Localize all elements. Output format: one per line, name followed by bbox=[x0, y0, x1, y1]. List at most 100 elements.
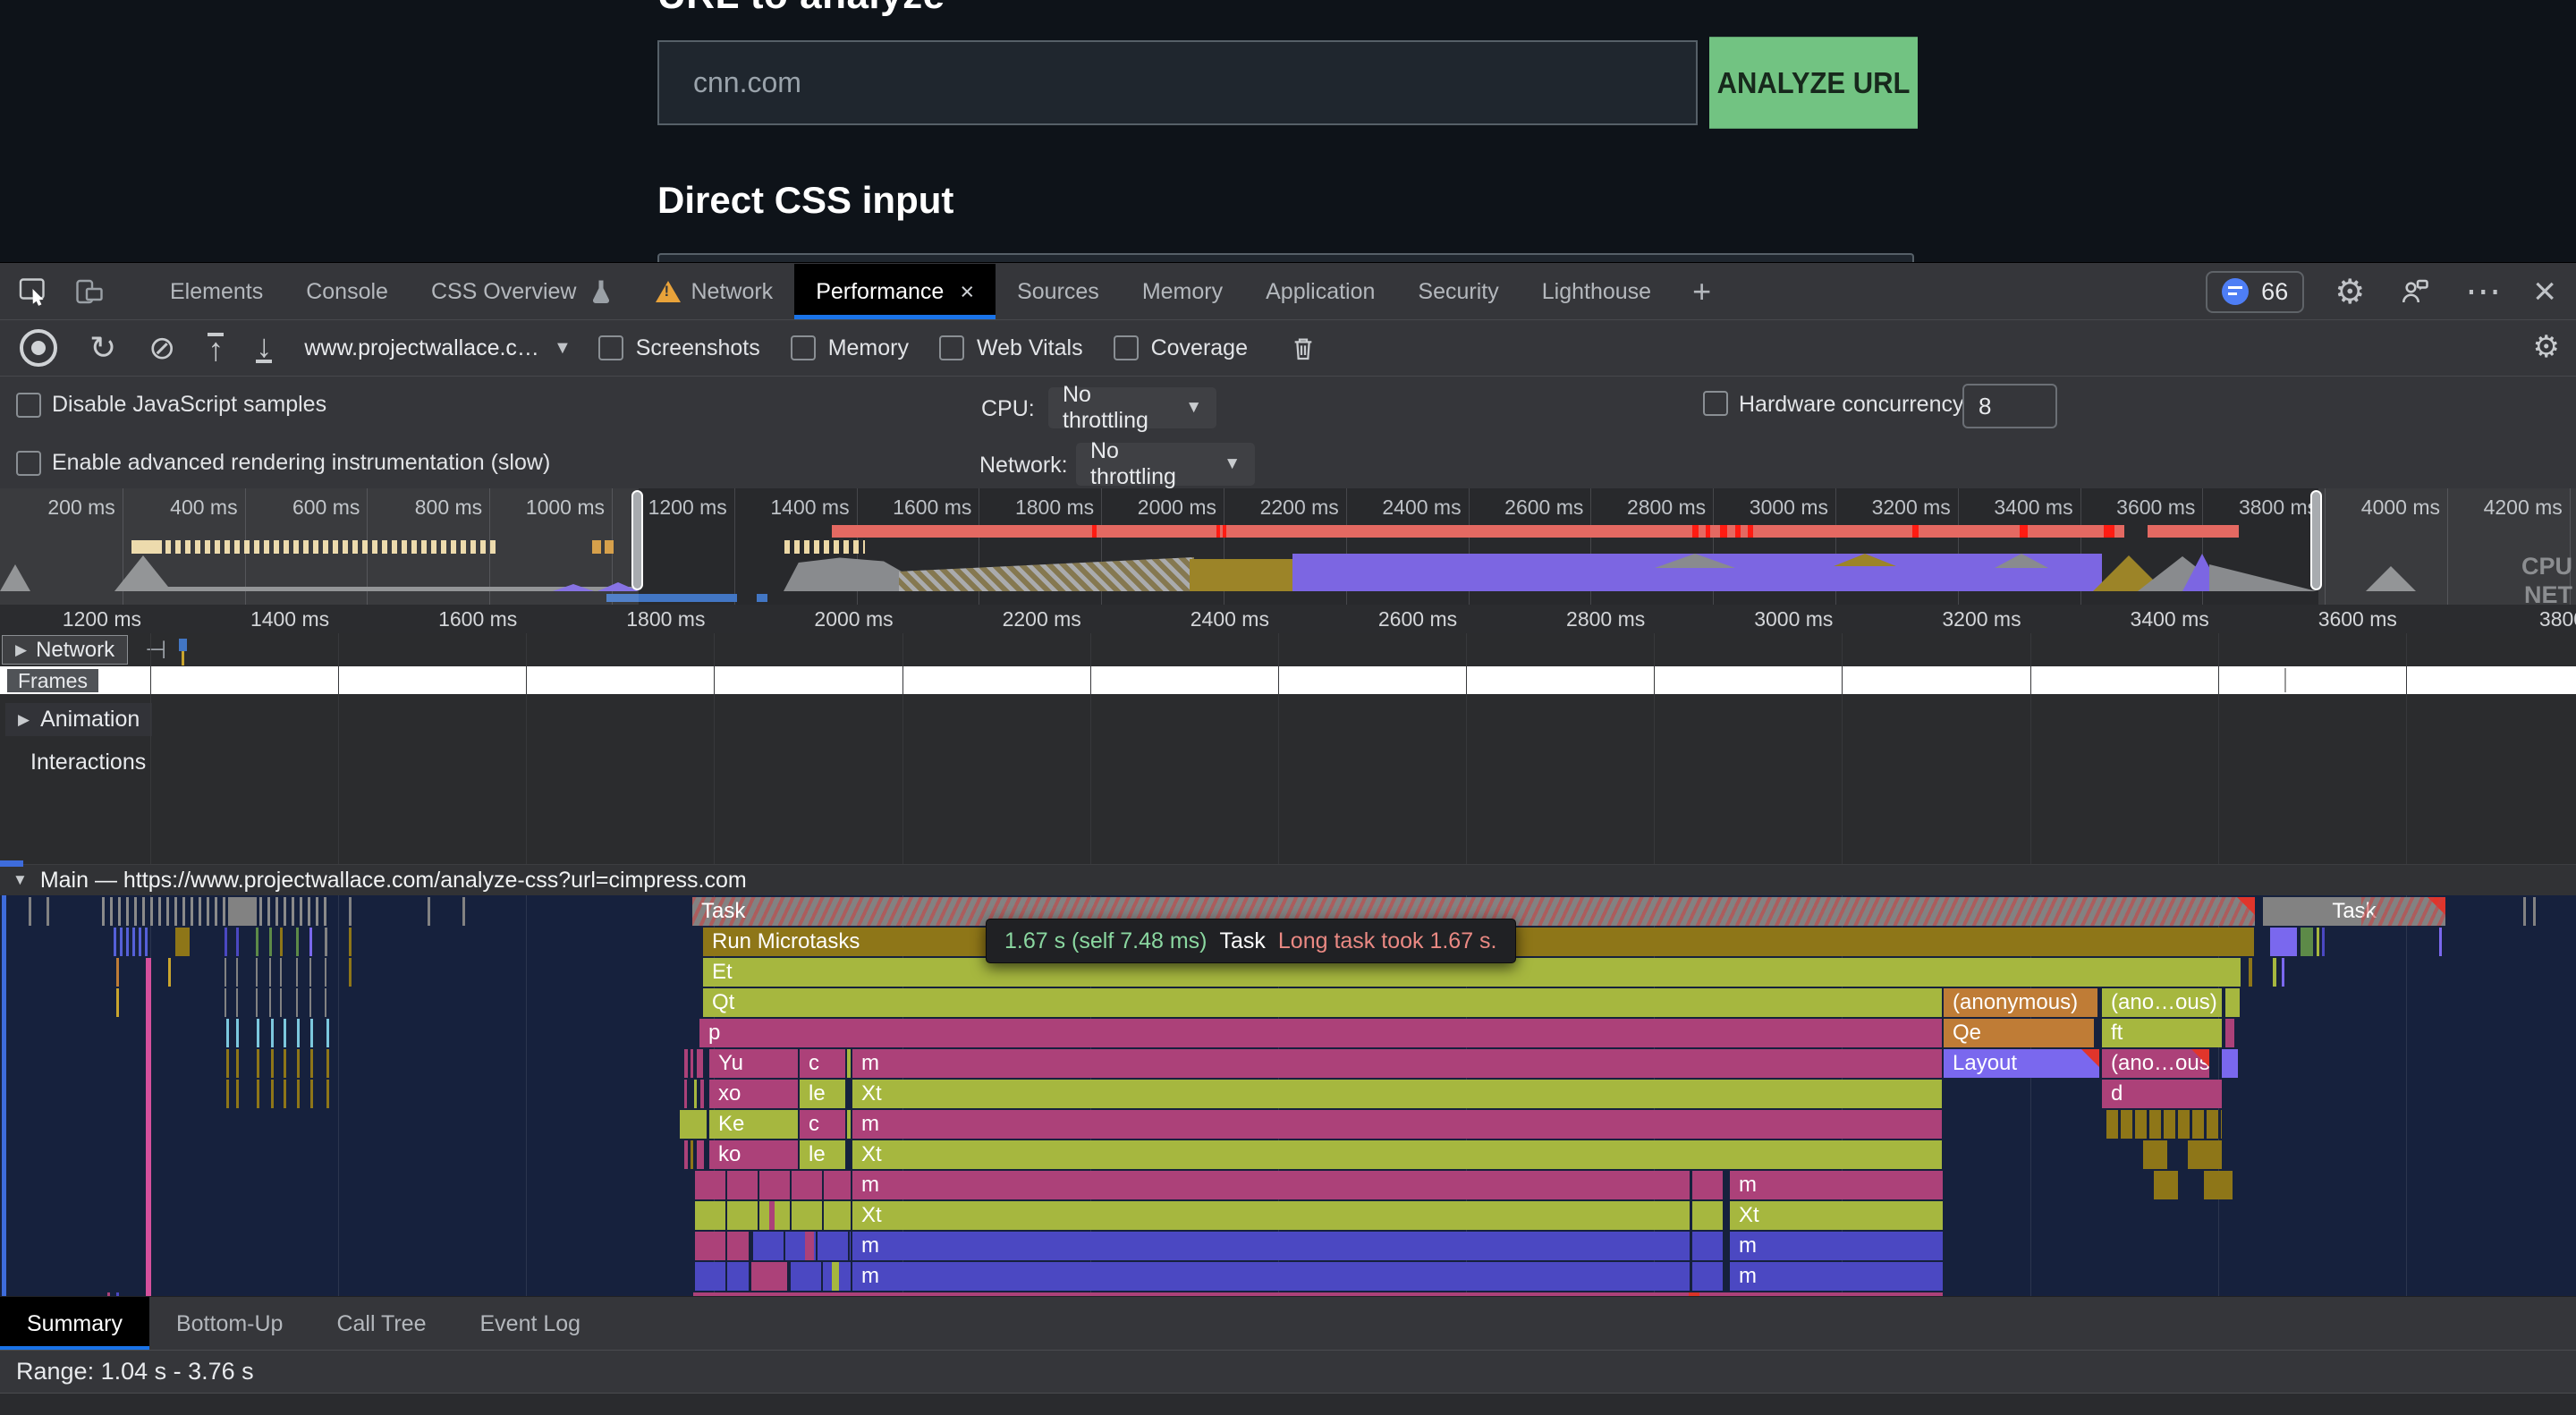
checkbox[interactable] bbox=[939, 335, 964, 360]
hardware-concurrency-input[interactable]: 8 bbox=[1962, 384, 2057, 428]
flame-bar[interactable] bbox=[269, 988, 271, 1017]
settings-gear-icon[interactable]: ⚙ bbox=[2334, 272, 2365, 312]
selection-handle-left[interactable] bbox=[631, 490, 643, 590]
flame-bar[interactable]: m bbox=[852, 1171, 1690, 1199]
flame-bar[interactable] bbox=[280, 958, 282, 987]
tab-elements[interactable]: Elements bbox=[148, 264, 284, 319]
flame-bar[interactable] bbox=[2439, 928, 2442, 956]
flame-bar[interactable] bbox=[284, 1080, 286, 1108]
flame-bar[interactable]: m bbox=[852, 1110, 1942, 1139]
flame-bar[interactable] bbox=[296, 988, 298, 1017]
flame-bar[interactable]: ko bbox=[709, 1140, 798, 1169]
flame-bar[interactable] bbox=[691, 1049, 693, 1078]
tab-lighthouse[interactable]: Lighthouse bbox=[1521, 264, 1673, 319]
flame-bar[interactable] bbox=[116, 958, 119, 987]
flame-bar[interactable] bbox=[256, 928, 258, 956]
flame-bar[interactable] bbox=[693, 1262, 749, 1291]
flame-bar[interactable] bbox=[684, 1140, 688, 1169]
flame-bar[interactable] bbox=[684, 1049, 688, 1078]
inspect-element-icon[interactable] bbox=[14, 272, 54, 311]
frames-track-label[interactable]: Frames bbox=[7, 669, 98, 692]
frames-track[interactable]: Frames bbox=[0, 666, 2576, 694]
timeline-overview[interactable]: CPU NET 200 ms400 ms600 ms800 ms1000 ms1… bbox=[0, 488, 2576, 605]
flame-bar[interactable] bbox=[228, 897, 257, 926]
flame-bar[interactable] bbox=[256, 958, 258, 987]
more-options-icon[interactable]: ⋯ bbox=[2465, 271, 2503, 312]
feedback-icon[interactable] bbox=[2395, 272, 2435, 311]
flame-bar[interactable] bbox=[297, 1019, 300, 1047]
flame-bar[interactable] bbox=[116, 988, 119, 1017]
more-tabs-button[interactable]: + bbox=[1673, 264, 1731, 319]
flame-bar[interactable] bbox=[226, 1049, 229, 1078]
flame-bar[interactable] bbox=[847, 1110, 851, 1139]
reload-and-record-icon[interactable]: ↻ bbox=[89, 329, 116, 367]
flame-bar[interactable] bbox=[693, 1171, 851, 1199]
checkbox[interactable] bbox=[598, 335, 623, 360]
flame-bar[interactable] bbox=[2154, 1171, 2178, 1199]
flame-bar[interactable] bbox=[326, 1019, 329, 1047]
trash-icon[interactable] bbox=[1284, 328, 1323, 368]
flame-bar[interactable] bbox=[310, 1049, 313, 1078]
flame-bar[interactable] bbox=[280, 988, 282, 1017]
flame-bar[interactable] bbox=[1692, 1201, 1723, 1230]
flame-bar[interactable] bbox=[2317, 928, 2319, 956]
hardware-concurrency-checkbox[interactable] bbox=[1703, 391, 1728, 416]
flame-bar[interactable] bbox=[697, 1140, 704, 1169]
flame-bar[interactable] bbox=[310, 1080, 313, 1108]
flame-bar[interactable] bbox=[2301, 928, 2313, 956]
flame-bar[interactable] bbox=[2249, 958, 2252, 987]
flame-bar[interactable] bbox=[751, 1262, 787, 1291]
flame-bar[interactable] bbox=[326, 1080, 329, 1108]
flame-bar[interactable]: Ke bbox=[709, 1110, 798, 1139]
flame-bar[interactable] bbox=[269, 928, 272, 956]
flame-bar[interactable] bbox=[310, 1019, 313, 1047]
flame-bar[interactable] bbox=[225, 958, 226, 987]
flame-bar[interactable] bbox=[2270, 928, 2297, 956]
flame-bar[interactable] bbox=[269, 958, 271, 987]
tab-css-overview[interactable]: CSS Overview bbox=[410, 264, 634, 319]
css-input-textarea[interactable] bbox=[657, 253, 1914, 262]
flame-bar[interactable] bbox=[226, 1019, 229, 1047]
checkbox[interactable] bbox=[1114, 335, 1139, 360]
flame-bar[interactable] bbox=[271, 1080, 274, 1108]
flame-bar[interactable]: Xt bbox=[852, 1201, 1690, 1230]
flame-bar[interactable] bbox=[259, 897, 331, 926]
flame-bar[interactable] bbox=[2188, 1140, 2222, 1169]
flame-bar[interactable] bbox=[684, 1080, 687, 1108]
tab-network[interactable]: Network bbox=[634, 264, 795, 319]
issues-counter[interactable]: 66 bbox=[2206, 271, 2304, 313]
tab-console[interactable]: Console bbox=[284, 264, 410, 319]
flame-bar[interactable] bbox=[236, 1019, 239, 1047]
load-profile-icon[interactable]: ↑ bbox=[208, 333, 224, 363]
flame-bar[interactable]: c bbox=[800, 1110, 845, 1139]
flame-bar[interactable] bbox=[1692, 1262, 1723, 1291]
flame-bar[interactable]: c bbox=[800, 1049, 845, 1078]
flame-bar[interactable] bbox=[236, 1080, 239, 1108]
flame-bar[interactable]: p bbox=[699, 1019, 1942, 1047]
flame-bar[interactable] bbox=[102, 897, 227, 926]
scroll-indicator[interactable] bbox=[0, 860, 23, 867]
flame-bar[interactable]: m bbox=[1730, 1232, 1943, 1260]
flame-bar[interactable] bbox=[700, 1080, 704, 1108]
selection-handle-right[interactable] bbox=[2310, 490, 2322, 590]
flame-bar[interactable] bbox=[694, 1080, 697, 1108]
flame-bar[interactable] bbox=[257, 1049, 259, 1078]
flame-bar[interactable] bbox=[2282, 958, 2284, 987]
flame-bar[interactable] bbox=[805, 1232, 814, 1260]
main-thread-track-header[interactable]: ▼ Main — https://www.projectwallace.com/… bbox=[0, 864, 2576, 895]
flame-bar[interactable] bbox=[175, 928, 190, 956]
flame-bar[interactable] bbox=[789, 1262, 851, 1291]
flame-bar[interactable] bbox=[2104, 1110, 2222, 1139]
flame-bar[interactable] bbox=[832, 1262, 839, 1291]
flame-bar[interactable] bbox=[349, 928, 352, 956]
flame-bar[interactable] bbox=[256, 988, 258, 1017]
network-throttle-select[interactable]: No throttling ▼ bbox=[1076, 443, 1255, 486]
bottom-tab-summary[interactable]: Summary bbox=[0, 1297, 149, 1351]
flame-bar[interactable] bbox=[1692, 1232, 1723, 1260]
save-profile-icon[interactable]: ↓ bbox=[256, 333, 272, 363]
flame-bar[interactable] bbox=[2273, 958, 2276, 987]
flame-bar[interactable] bbox=[114, 928, 151, 956]
flame-bar[interactable] bbox=[1692, 1171, 1723, 1199]
toolbar-checkbox-coverage[interactable]: Coverage bbox=[1114, 335, 1248, 361]
flame-bar[interactable] bbox=[349, 897, 352, 926]
